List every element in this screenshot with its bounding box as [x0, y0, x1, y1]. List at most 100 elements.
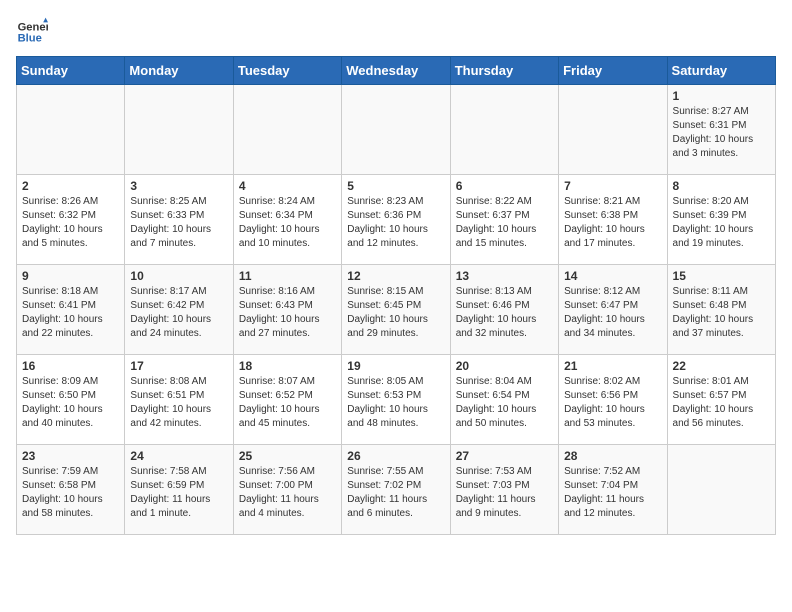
day-info: Sunrise: 8:02 AM Sunset: 6:56 PM Dayligh…: [564, 376, 645, 429]
day-info: Sunrise: 8:27 AM Sunset: 6:31 PM Dayligh…: [673, 106, 754, 159]
calendar-cell: 16Sunrise: 8:09 AM Sunset: 6:50 PM Dayli…: [17, 355, 125, 445]
day-info: Sunrise: 8:18 AM Sunset: 6:41 PM Dayligh…: [22, 286, 103, 339]
day-info: Sunrise: 8:11 AM Sunset: 6:48 PM Dayligh…: [673, 286, 754, 339]
calendar-cell: 17 Sunrise: 8:08 AM Sunset: 6:51 PM Dayli…: [125, 355, 233, 445]
calendar-cell: 10 Sunrise: 8:17 AM Sunset: 6:42 PM Dayli…: [125, 265, 233, 355]
calendar-cell: 2 Sunrise: 8:26 AM Sunset: 6:32 PM Daylig…: [17, 175, 125, 265]
weekday-header: Saturday: [667, 57, 775, 85]
calendar-cell: [233, 85, 341, 175]
calendar-cell: [17, 85, 125, 175]
calendar-week-row: 2 Sunrise: 8:26 AM Sunset: 6:32 PM Daylig…: [17, 175, 776, 265]
header: General Blue: [16, 16, 776, 48]
calendar-cell: 12Sunrise: 8:15 AM Sunset: 6:45 PM Dayli…: [342, 265, 450, 355]
calendar-cell: 26Sunrise: 7:55 AM Sunset: 7:02 PM Dayli…: [342, 445, 450, 535]
day-info: Sunrise: 8:22 AM Sunset: 6:37 PM Dayligh…: [456, 196, 537, 249]
calendar-cell: [559, 85, 667, 175]
weekday-header: Friday: [559, 57, 667, 85]
day-number: 26: [347, 449, 444, 463]
weekday-header: Monday: [125, 57, 233, 85]
day-number: 11: [239, 269, 336, 283]
day-number: 2: [22, 179, 119, 193]
calendar-cell: 19Sunrise: 8:05 AM Sunset: 6:53 PM Dayli…: [342, 355, 450, 445]
day-number: 5: [347, 179, 444, 193]
calendar-cell: 22 Sunrise: 8:01 AM Sunset: 6:57 PM Dayli…: [667, 355, 775, 445]
day-number: 16: [22, 359, 119, 373]
svg-text:Blue: Blue: [18, 33, 42, 45]
day-number: 20: [456, 359, 553, 373]
calendar-cell: 4 Sunrise: 8:24 AM Sunset: 6:34 PM Daylig…: [233, 175, 341, 265]
calendar-cell: 20 Sunrise: 8:04 AM Sunset: 6:54 PM Dayli…: [450, 355, 558, 445]
calendar-cell: 9 Sunrise: 8:18 AM Sunset: 6:41 PM Daylig…: [17, 265, 125, 355]
day-number: 18: [239, 359, 336, 373]
weekday-header: Thursday: [450, 57, 558, 85]
calendar-cell: 14 Sunrise: 8:12 AM Sunset: 6:47 PM Dayli…: [559, 265, 667, 355]
calendar-cell: [125, 85, 233, 175]
calendar-cell: 3 Sunrise: 8:25 AM Sunset: 6:33 PM Daylig…: [125, 175, 233, 265]
calendar-cell: 5Sunrise: 8:23 AM Sunset: 6:36 PM Daylig…: [342, 175, 450, 265]
calendar-table: SundayMondayTuesdayWednesdayThursdayFrid…: [16, 56, 776, 535]
calendar-cell: 21 Sunrise: 8:02 AM Sunset: 6:56 PM Dayli…: [559, 355, 667, 445]
day-info: Sunrise: 8:04 AM Sunset: 6:54 PM Dayligh…: [456, 376, 537, 429]
day-number: 10: [130, 269, 227, 283]
day-number: 3: [130, 179, 227, 193]
weekday-header: Wednesday: [342, 57, 450, 85]
day-number: 7: [564, 179, 661, 193]
calendar-cell: 28Sunrise: 7:52 AM Sunset: 7:04 PM Dayli…: [559, 445, 667, 535]
calendar-cell: 6Sunrise: 8:22 AM Sunset: 6:37 PM Daylig…: [450, 175, 558, 265]
day-number: 25: [239, 449, 336, 463]
day-info: Sunrise: 8:26 AM Sunset: 6:32 PM Dayligh…: [22, 196, 103, 249]
day-info: Sunrise: 8:20 AM Sunset: 6:39 PM Dayligh…: [673, 196, 754, 249]
day-info: Sunrise: 8:21 AM Sunset: 6:38 PM Dayligh…: [564, 196, 645, 249]
day-number: 15: [673, 269, 770, 283]
day-info: Sunrise: 8:13 AM Sunset: 6:46 PM Dayligh…: [456, 286, 537, 339]
day-number: 13: [456, 269, 553, 283]
calendar-cell: 15 Sunrise: 8:11 AM Sunset: 6:48 PM Dayli…: [667, 265, 775, 355]
day-info: Sunrise: 7:58 AM Sunset: 6:59 PM Dayligh…: [130, 466, 210, 519]
day-number: 19: [347, 359, 444, 373]
calendar-cell: [667, 445, 775, 535]
calendar-cell: 13 Sunrise: 8:13 AM Sunset: 6:46 PM Dayli…: [450, 265, 558, 355]
day-info: Sunrise: 8:08 AM Sunset: 6:51 PM Dayligh…: [130, 376, 211, 429]
day-info: Sunrise: 8:07 AM Sunset: 6:52 PM Dayligh…: [239, 376, 320, 429]
calendar-cell: [342, 85, 450, 175]
day-number: 12: [347, 269, 444, 283]
day-number: 4: [239, 179, 336, 193]
calendar-cell: 7 Sunrise: 8:21 AM Sunset: 6:38 PM Daylig…: [559, 175, 667, 265]
calendar-cell: 23Sunrise: 7:59 AM Sunset: 6:58 PM Dayli…: [17, 445, 125, 535]
day-info: Sunrise: 7:53 AM Sunset: 7:03 PM Dayligh…: [456, 466, 536, 519]
logo-icon: General Blue: [16, 16, 48, 48]
weekday-header: Tuesday: [233, 57, 341, 85]
day-info: Sunrise: 8:12 AM Sunset: 6:47 PM Dayligh…: [564, 286, 645, 339]
day-number: 1: [673, 89, 770, 103]
svg-text:General: General: [18, 21, 48, 33]
day-number: 17: [130, 359, 227, 373]
calendar-week-row: 23Sunrise: 7:59 AM Sunset: 6:58 PM Dayli…: [17, 445, 776, 535]
calendar-cell: 25 Sunrise: 7:56 AM Sunset: 7:00 PM Dayli…: [233, 445, 341, 535]
day-info: Sunrise: 8:16 AM Sunset: 6:43 PM Dayligh…: [239, 286, 320, 339]
weekday-header-row: SundayMondayTuesdayWednesdayThursdayFrid…: [17, 57, 776, 85]
day-number: 27: [456, 449, 553, 463]
day-info: Sunrise: 8:01 AM Sunset: 6:57 PM Dayligh…: [673, 376, 754, 429]
day-info: Sunrise: 7:59 AM Sunset: 6:58 PM Dayligh…: [22, 466, 103, 519]
weekday-header: Sunday: [17, 57, 125, 85]
calendar-cell: 18 Sunrise: 8:07 AM Sunset: 6:52 PM Dayli…: [233, 355, 341, 445]
calendar-cell: [450, 85, 558, 175]
day-number: 22: [673, 359, 770, 373]
logo: General Blue: [16, 16, 48, 48]
day-info: Sunrise: 8:17 AM Sunset: 6:42 PM Dayligh…: [130, 286, 211, 339]
day-number: 9: [22, 269, 119, 283]
day-number: 21: [564, 359, 661, 373]
calendar-cell: 24 Sunrise: 7:58 AM Sunset: 6:59 PM Dayli…: [125, 445, 233, 535]
calendar-week-row: 1 Sunrise: 8:27 AM Sunset: 6:31 PM Daylig…: [17, 85, 776, 175]
day-info: Sunrise: 8:25 AM Sunset: 6:33 PM Dayligh…: [130, 196, 211, 249]
calendar-cell: 27 Sunrise: 7:53 AM Sunset: 7:03 PM Dayli…: [450, 445, 558, 535]
day-info: Sunrise: 8:24 AM Sunset: 6:34 PM Dayligh…: [239, 196, 320, 249]
calendar-week-row: 16Sunrise: 8:09 AM Sunset: 6:50 PM Dayli…: [17, 355, 776, 445]
day-number: 24: [130, 449, 227, 463]
calendar-week-row: 9 Sunrise: 8:18 AM Sunset: 6:41 PM Daylig…: [17, 265, 776, 355]
day-info: Sunrise: 7:56 AM Sunset: 7:00 PM Dayligh…: [239, 466, 319, 519]
day-number: 8: [673, 179, 770, 193]
day-number: 28: [564, 449, 661, 463]
calendar-cell: 11 Sunrise: 8:16 AM Sunset: 6:43 PM Dayli…: [233, 265, 341, 355]
day-number: 14: [564, 269, 661, 283]
